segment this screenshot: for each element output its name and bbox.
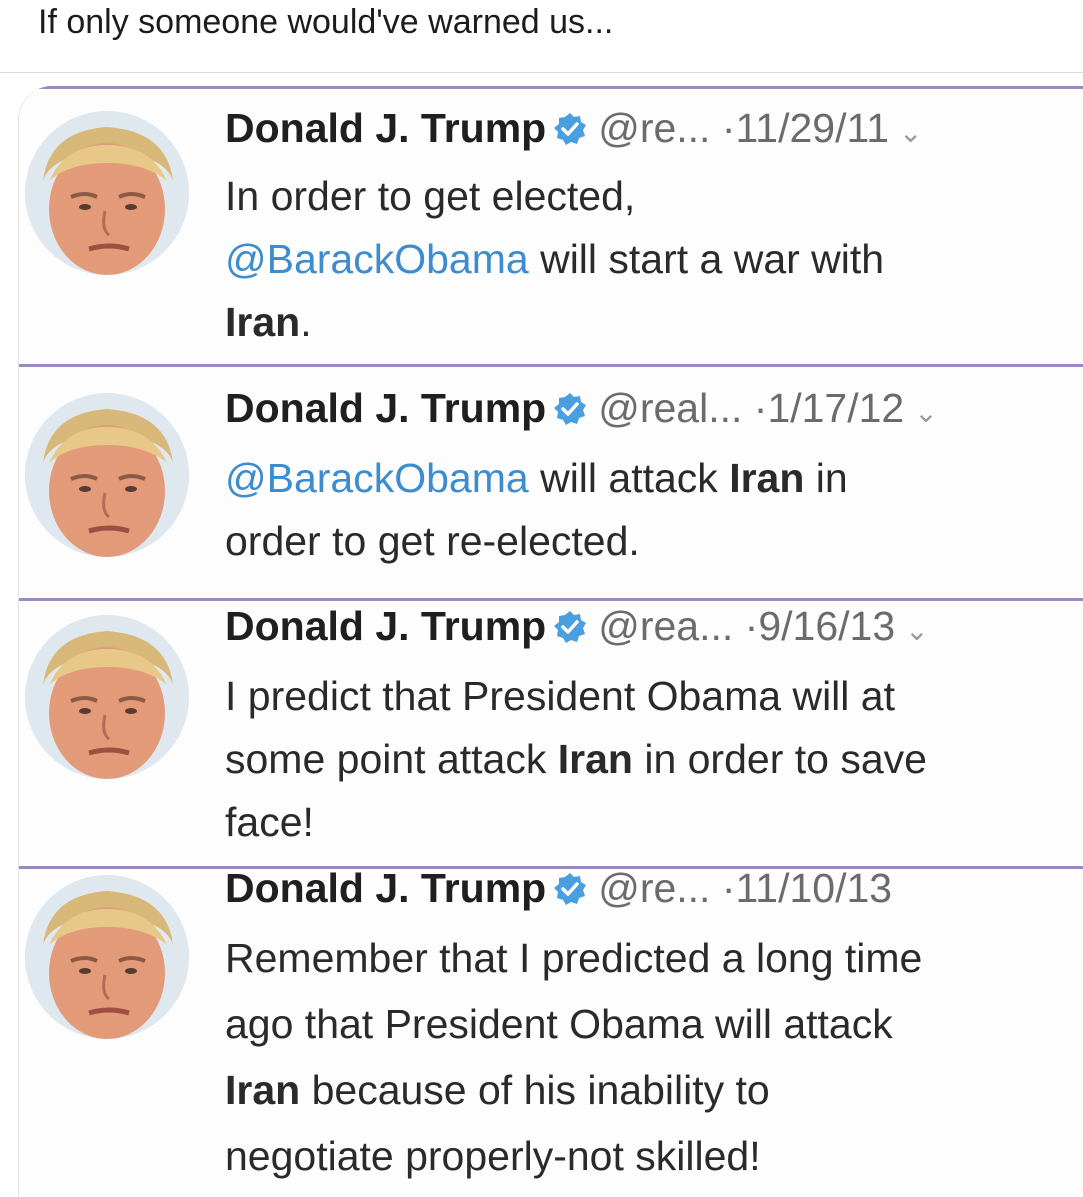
tweet-header: Donald J. Trump @rea... ·9/16/13 ⌄ (225, 601, 929, 656)
bold-word: Iran (225, 1067, 301, 1113)
tweet-text-part: in (804, 455, 848, 501)
tweet-text: @BarackObama will attack Iran in order t… (225, 447, 1083, 573)
tweet-text-part: will start a war with (528, 236, 885, 282)
tweet-1[interactable]: Donald J. Trump @re... ·11/29/11 ⌄ In orde… (19, 86, 1083, 366)
verified-badge-icon (552, 606, 588, 656)
author-name[interactable]: Donald J. Trump (225, 385, 546, 431)
chevron-down-icon[interactable]: ⌄ (914, 397, 937, 428)
tweet-date[interactable]: 9/16/13 (758, 603, 895, 649)
author-name[interactable]: Donald J. Trump (225, 105, 546, 151)
tweet-text: Remember that I predicted a long time ag… (225, 925, 1083, 1189)
tweet-date[interactable]: 11/29/11 (736, 105, 890, 151)
tweet-text: In order to get elected, @BarackObama wi… (225, 165, 1083, 354)
bold-word: Iran (729, 455, 805, 501)
verified-badge-icon (552, 388, 588, 438)
tweet-header: Donald J. Trump @re... ·11/10/13 (225, 863, 892, 918)
tweet-4[interactable]: Donald J. Trump @re... ·11/10/13 Remember… (19, 863, 1083, 1197)
tweet-text-part: negotiate properly-not skilled! (225, 1133, 761, 1179)
caption-divider (0, 72, 1083, 73)
mention-link[interactable]: @BarackObama (225, 236, 529, 282)
profile-avatar[interactable] (25, 111, 189, 275)
mention-link[interactable]: @BarackObama (225, 455, 529, 501)
tweet-text-part: ago that President Obama will attack (225, 1001, 893, 1047)
tweet-2[interactable]: Donald J. Trump @real... ·1/17/12 ⌄ @Barac… (19, 364, 1083, 600)
tweet-date[interactable]: 1/17/12 (767, 385, 904, 431)
chevron-down-icon[interactable]: ⌄ (905, 615, 928, 646)
tweet-3[interactable]: Donald J. Trump @rea... ·9/16/13 ⌄ I predi… (19, 598, 1083, 870)
separator-dot: · (744, 603, 759, 649)
chevron-down-icon[interactable]: ⌄ (899, 117, 922, 148)
tweet-text-part: will attack (528, 455, 730, 501)
tweet-text-part: in order to save (632, 736, 927, 782)
bold-word: Iran (225, 299, 301, 345)
tweet-text-part: . (300, 299, 312, 345)
tweet-text-part: Remember that I predicted a long time (225, 935, 923, 981)
tweet-text-part: face! (225, 799, 314, 845)
author-handle[interactable]: @re... (598, 105, 710, 151)
author-handle[interactable]: @real... (598, 385, 742, 431)
tweets-screenshot: Donald J. Trump @re... ·11/29/11 ⌄ In orde… (18, 86, 1083, 1197)
author-handle[interactable]: @rea... (598, 603, 733, 649)
separator-dot: · (721, 105, 736, 151)
verified-badge-icon (552, 868, 588, 918)
profile-avatar[interactable] (25, 393, 189, 557)
tweet-text-part: I predict that President Obama will at (225, 673, 895, 719)
post-caption: If only someone would've warned us... (38, 3, 614, 41)
bold-word: Iran (557, 736, 633, 782)
verified-badge-icon (552, 108, 588, 158)
author-name[interactable]: Donald J. Trump (225, 603, 546, 649)
tweet-text-part: order to get re-elected. (225, 518, 640, 564)
author-name[interactable]: Donald J. Trump (225, 865, 546, 911)
separator-dot: · (721, 865, 736, 911)
tweet-text-part: because of his inability to (300, 1067, 770, 1113)
profile-avatar[interactable] (25, 615, 189, 779)
tweet-text: I predict that President Obama will at s… (225, 665, 1083, 854)
author-handle[interactable]: @re... (598, 865, 710, 911)
tweet-text-part: In order to get elected, (225, 173, 636, 219)
separator-dot: · (753, 385, 768, 431)
tweet-header: Donald J. Trump @re... ·11/29/11 ⌄ (225, 103, 923, 158)
tweet-text-part: some point attack (225, 736, 558, 782)
profile-avatar[interactable] (25, 875, 189, 1039)
tweet-date[interactable]: 11/10/13 (736, 865, 893, 911)
tweet-header: Donald J. Trump @real... ·1/17/12 ⌄ (225, 383, 938, 438)
